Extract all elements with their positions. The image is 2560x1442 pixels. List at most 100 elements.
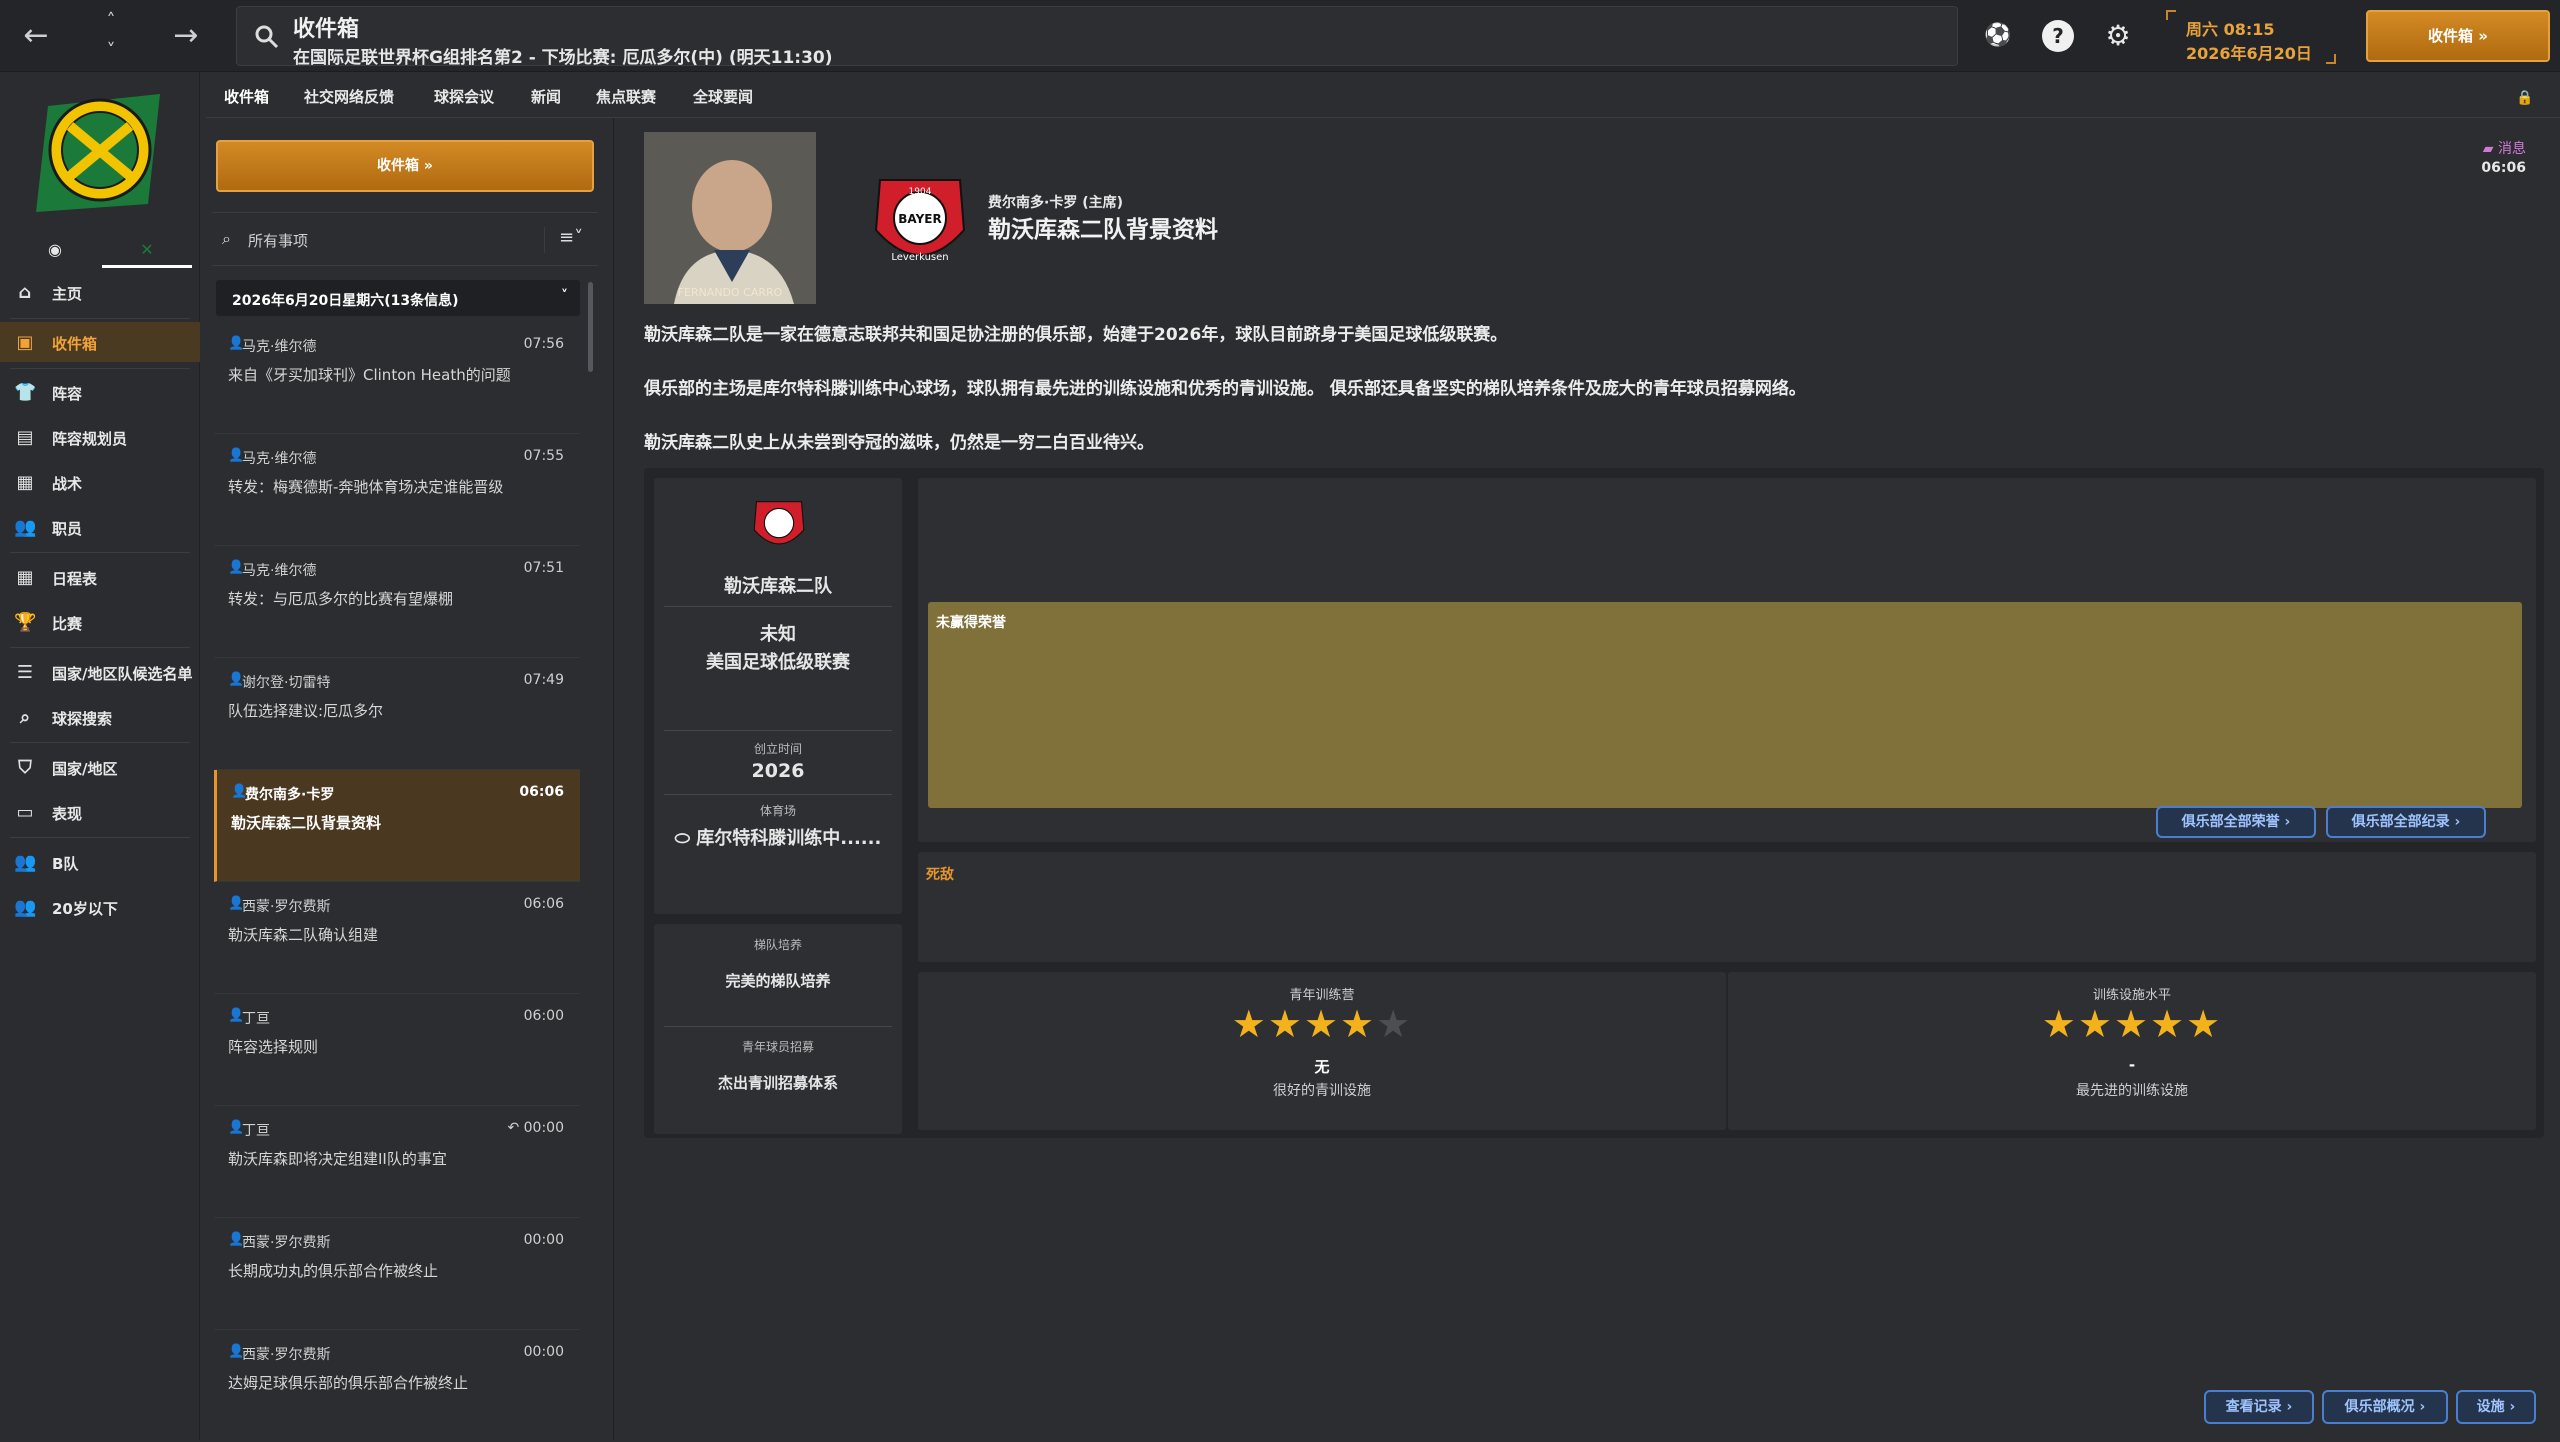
leverkusen-crest[interactable]: BAYER 1904 Leverkusen (860, 170, 980, 280)
message-item[interactable]: 👤 丁亘 ↶ 00:00 勒沃库森即将决定组建II队的事宜 (214, 1106, 580, 1218)
message-sender[interactable]: 费尔南多·卡罗 (主席) (988, 192, 1123, 212)
national-team-tab[interactable]: ✕ (102, 232, 192, 268)
filter-menu-icon[interactable]: ≡˅ (544, 227, 583, 253)
tab-world-news[interactable]: 全球要闻 (693, 86, 753, 107)
home-icon: ⌂ (18, 282, 32, 303)
game-date[interactable]: 周六 08:15 2026年6月20日 (2166, 10, 2336, 64)
svg-text:FERNANDO CARRO: FERNANDO CARRO (678, 286, 783, 299)
training-facilities-rating: ★★★★★ (1728, 1002, 2536, 1046)
shield-icon: ⛉ (18, 757, 32, 778)
sidebar-item-squad-planner[interactable]: ▤ 阵容规划员 (0, 417, 200, 457)
chevron-down-icon[interactable]: ˅ (96, 40, 126, 62)
filter-bar: ⌕ 所有事项 ≡˅ (212, 212, 598, 266)
scrollbar[interactable] (588, 282, 593, 372)
youth-facilities-card: 青年训练营 ★★★★★ 无 很好的青训设施 (918, 972, 1726, 1130)
ball-icon[interactable]: ⚽ (1982, 20, 2014, 52)
continue-button[interactable]: 收件箱 » (2366, 10, 2550, 62)
message-paragraph: 俱乐部的主场是库尔特科滕训练中心球场，球队拥有最先进的训练设施和优秀的青训设施。… (644, 379, 1806, 399)
chevron-down-icon: ˅ (561, 288, 568, 304)
message-item[interactable]: 👤 马克·维尔德 07:55 转发：梅赛德斯-奔驰体育场决定谁能晋级 (214, 434, 580, 546)
inbox-continue-button[interactable]: 收件箱 » (216, 140, 594, 192)
message-item[interactable]: 👤 丁亘 06:00 阵容选择规则 (214, 994, 580, 1106)
honors-section: 未赢得荣誉 俱乐部全部荣誉 › 俱乐部全部纪录 › (918, 478, 2536, 842)
star-empty-icon: ★ (1376, 1002, 1413, 1046)
gear-icon[interactable]: ⚙ (2102, 20, 2134, 52)
message-item[interactable]: 👤 西蒙·罗尔费斯 00:00 达姆足球俱乐部的俱乐部合作被终止 (214, 1330, 580, 1442)
recruit-label: 青年球员招募 (741, 1040, 814, 1054)
trophy-icon: 🏆 (14, 612, 37, 633)
sidebar-item-inbox[interactable]: ▣ 收件箱 (0, 322, 200, 362)
stadium-icon: ⬭ (674, 828, 697, 849)
message-paragraph: 勒沃库森二队是一家在德意志联邦共和国足协注册的俱乐部，始建于2026年，球队目前… (644, 325, 1508, 345)
youth-label: 梯队培养 (753, 938, 802, 952)
shirt-icon: 👕 (14, 382, 37, 403)
page-subtitle: 在国际足联世界杯G组排名第2 - 下场比赛: 厄瓜多尔(中) (明天11:30) (293, 48, 833, 68)
all-honors-button[interactable]: 俱乐部全部荣誉 › (2156, 806, 2316, 838)
inbox-icon: ▣ (16, 332, 34, 353)
day-group-header[interactable]: 2026年6月20日星期六(13条信息) ˅ (216, 280, 580, 316)
list-icon: ☰ (16, 662, 34, 683)
club-info-panel: 勒沃库森二队 未知 美国足球低级联赛 创立时间 2026 体育场 ⬭ 库尔特科滕… (644, 468, 2544, 1138)
training-facilities-card: 训练设施水平 ★★★★★ - 最先进的训练设施 (1728, 972, 2536, 1130)
search-icon: ⌕ (19, 707, 31, 728)
all-records-button[interactable]: 俱乐部全部纪录 › (2326, 806, 2486, 838)
tab-social[interactable]: 社交网络反馈 (304, 86, 394, 107)
sidebar-item-schedule[interactable]: ▦ 日程表 (0, 557, 200, 597)
staff-icon: 👥 (14, 517, 37, 538)
sidebar-item-performance[interactable]: ▭ 表现 (0, 792, 200, 832)
forward-arrow-icon[interactable]: → (166, 16, 206, 56)
star-icon: ★ (1231, 1002, 1268, 1046)
club-name[interactable]: 勒沃库森二队 (654, 572, 902, 598)
club-league[interactable]: 美国足球低级联赛 (654, 648, 902, 674)
tab-inbox[interactable]: 收件箱 (213, 86, 280, 123)
club-overview-button[interactable]: 俱乐部概况 › (2322, 1390, 2448, 1424)
search-icon (255, 25, 279, 49)
team-switcher: ◉ ✕ (0, 232, 200, 268)
sidebar-item-tactics[interactable]: ▦ 战术 (0, 462, 200, 502)
date-day: 2026年6月20日 (2186, 44, 2312, 63)
sidebar-item-nation[interactable]: ⛉ 国家/地区 (0, 747, 200, 787)
club-summary-card: 勒沃库森二队 未知 美国足球低级联赛 创立时间 2026 体育场 ⬭ 库尔特科滕… (654, 478, 902, 914)
search-bar[interactable]: 收件箱 在国际足联世界杯G组排名第2 - 下场比赛: 厄瓜多尔(中) (明天11… (236, 6, 1958, 68)
date-time: 周六 08:15 (2186, 20, 2275, 39)
sidebar-item-u20[interactable]: 👥 20岁以下 (0, 887, 200, 927)
club-team-tab[interactable]: ◉ (10, 232, 100, 268)
honors-box: 未赢得荣誉 (928, 602, 2522, 808)
stadium-name[interactable]: ⬭ 库尔特科滕训练中...... (654, 824, 902, 850)
sidebar-item-competitions[interactable]: 🏆 比赛 (0, 602, 200, 642)
jamaica-federation-logo (36, 94, 160, 212)
message-item-selected[interactable]: 👤 费尔南多·卡罗 06:06 勒沃库森二队背景资料 (214, 770, 580, 882)
club-crest-icon[interactable] (744, 496, 814, 558)
top-bar: ← ˄ ˅ → 收件箱 在国际足联世界杯G组排名第2 - 下场比赛: 厄瓜多尔(… (0, 0, 2560, 72)
back-arrow-icon[interactable]: ← (16, 16, 56, 56)
chevron-up-icon[interactable]: ˄ (96, 10, 126, 32)
facilities-button[interactable]: 设施 › (2456, 1390, 2536, 1424)
message-item[interactable]: 👤 马克·维尔德 07:56 来自《牙买加球刊》Clinton Heath的问题 (214, 322, 580, 434)
message-item[interactable]: 👤 谢尔登·切雷特 07:49 队伍选择建议:厄瓜多尔 (214, 658, 580, 770)
tab-news[interactable]: 新闻 (531, 86, 561, 107)
star-icon: ★ (1267, 1002, 1304, 1046)
sidebar-item-b-team[interactable]: 👥 B队 (0, 842, 200, 882)
view-records-button[interactable]: 查看记录 › (2204, 1390, 2314, 1424)
message-view: FERNANDO CARRO BAYER 1904 Leverkusen 费尔南… (632, 118, 2560, 1440)
sidebar-item-home[interactable]: ⌂ 主页 (0, 272, 200, 312)
message-type-badge: ▰ 消息 (2482, 141, 2526, 157)
message-item[interactable]: 👤 西蒙·罗尔费斯 00:00 长期成功丸的俱乐部合作被终止 (214, 1218, 580, 1330)
message-item[interactable]: 👤 西蒙·罗尔费斯 06:06 勒沃库森二队确认组建 (214, 882, 580, 994)
search-icon: ⌕ (222, 229, 231, 248)
message-item[interactable]: 👤 马克·维尔德 07:51 转发：与厄瓜多尔的比赛有望爆棚 (214, 546, 580, 658)
sidebar-item-squad[interactable]: 👕 阵容 (0, 372, 200, 412)
tab-scout-meeting[interactable]: 球探会议 (434, 86, 494, 107)
sidebar-item-scouting[interactable]: ⌕ 球探搜索 (0, 697, 200, 737)
team-icon: 👥 (14, 852, 37, 873)
tab-focus-leagues[interactable]: 焦点联赛 (596, 86, 656, 107)
filter-input[interactable]: 所有事项 (248, 230, 308, 251)
sidebar-item-shortlist[interactable]: ☰ 国家/地区队候选名单 (0, 652, 200, 692)
recruit-value: 杰出青训招募体系 (717, 1074, 838, 1092)
svg-text:BAYER: BAYER (898, 212, 941, 226)
help-icon[interactable]: ? (2042, 20, 2074, 52)
youth-icon: 👥 (14, 897, 37, 918)
sidebar-item-staff[interactable]: 👥 职员 (0, 507, 200, 547)
sender-portrait[interactable]: FERNANDO CARRO (644, 132, 816, 304)
lock-icon[interactable]: 🔒 (2516, 90, 2533, 106)
